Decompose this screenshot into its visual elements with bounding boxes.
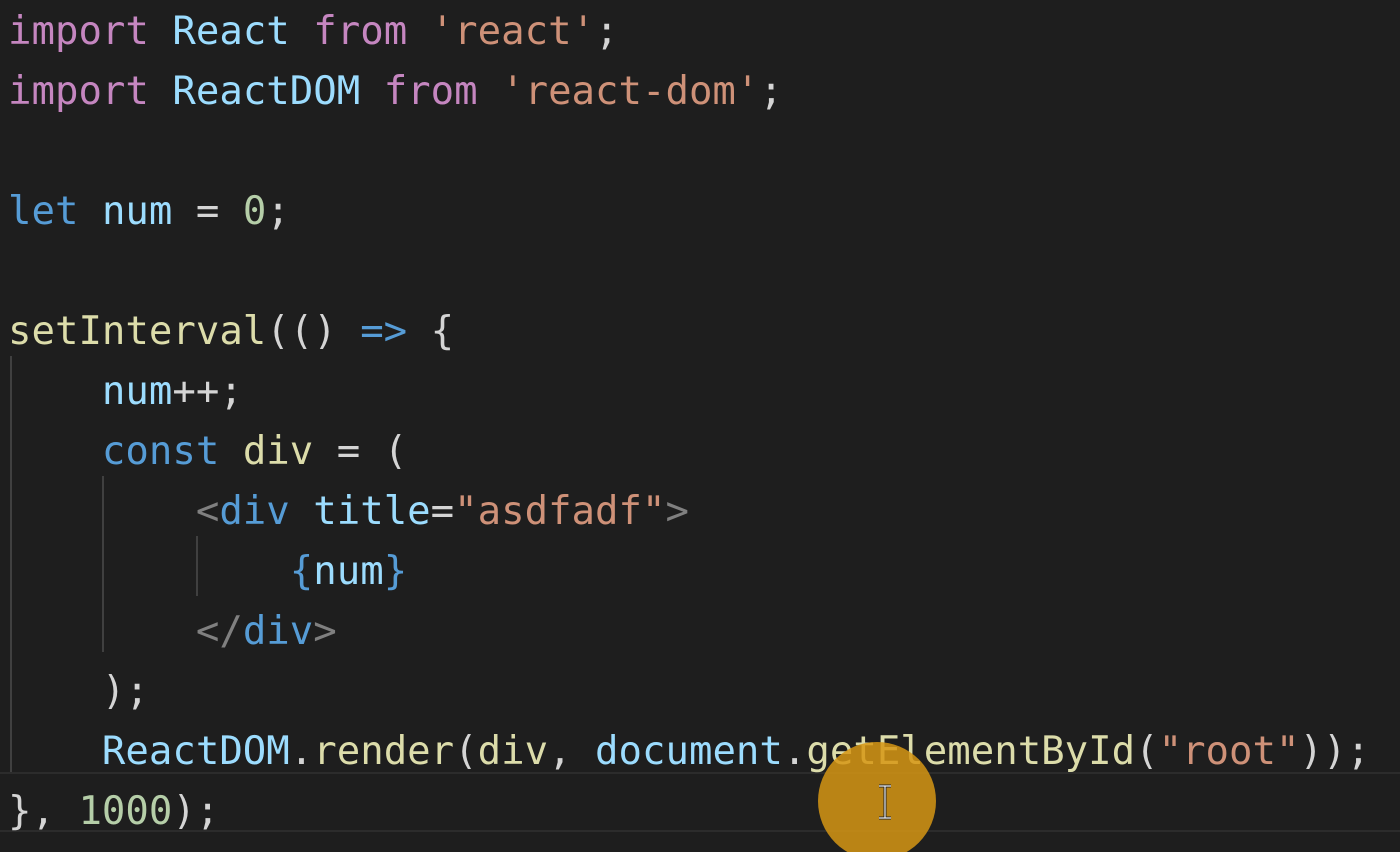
code-token: 1000	[78, 789, 173, 834]
code-token: },	[8, 789, 79, 834]
code-token: setInterval	[8, 309, 267, 354]
code-token: ReactDOM	[172, 69, 361, 114]
code-token: >	[313, 609, 337, 654]
code-line[interactable]: const div = (	[8, 422, 407, 482]
code-token: React	[172, 9, 290, 54]
code-token: =	[430, 489, 455, 534]
code-token: );	[101, 669, 149, 714]
text-cursor-icon	[879, 784, 891, 820]
code-token: 0	[242, 189, 267, 234]
code-token: document	[595, 729, 783, 774]
code-line[interactable]: num++;	[8, 362, 243, 422]
code-token: ));	[1299, 729, 1370, 774]
code-token: import	[8, 69, 149, 114]
code-line[interactable]: setInterval(() => {	[8, 302, 454, 362]
code-token: </	[195, 609, 243, 654]
code-token: 'react'	[430, 9, 596, 54]
code-line[interactable]: import ReactDOM from 'react-dom';	[8, 62, 783, 122]
code-token: "root"	[1158, 729, 1300, 774]
code-line[interactable]: </div>	[8, 602, 337, 662]
code-token: from	[383, 69, 478, 114]
code-line[interactable]: );	[8, 662, 149, 722]
code-token: (	[1135, 729, 1159, 774]
code-token: render	[313, 729, 455, 774]
code-token: import	[8, 9, 149, 54]
code-token: let	[8, 189, 79, 234]
code-token: ,	[548, 729, 596, 774]
code-line[interactable]: {num}	[8, 542, 407, 602]
code-line[interactable]: ReactDOM.render(div, document.getElement…	[8, 722, 1370, 782]
code-token: (	[454, 729, 478, 774]
code-token: num	[101, 369, 173, 414]
code-token: ReactDOM	[101, 729, 290, 774]
code-token: =	[172, 189, 243, 234]
code-token: <	[195, 489, 220, 534]
code-token: {	[407, 309, 455, 354]
code-token: 'react-dom'	[501, 69, 760, 114]
code-token: .	[289, 729, 314, 774]
code-token: );	[172, 789, 220, 834]
code-token: const	[101, 429, 220, 474]
code-line[interactable]: <div title="asdfadf">	[8, 482, 689, 542]
code-token: (()	[266, 309, 361, 354]
code-token: = (	[313, 429, 408, 474]
code-token: div	[242, 609, 314, 654]
code-token: div	[242, 429, 314, 474]
code-token: ;	[266, 189, 290, 234]
code-token: div	[477, 729, 549, 774]
code-token: =>	[360, 309, 408, 354]
code-token: ++;	[172, 369, 243, 414]
code-token: num	[313, 549, 384, 594]
code-token: .	[782, 729, 807, 774]
code-token: }	[383, 549, 408, 594]
code-token: {	[289, 549, 314, 594]
code-token: div	[219, 489, 290, 534]
code-token: ;	[595, 9, 619, 54]
code-line[interactable]: import React from 'react';	[8, 2, 619, 62]
code-token: >	[665, 489, 689, 534]
code-token: from	[313, 9, 408, 54]
code-token: ;	[759, 69, 783, 114]
code-editor[interactable]: import React from 'react'; import ReactDO…	[0, 0, 1400, 852]
code-token: num	[101, 189, 173, 234]
code-line[interactable]: let num = 0;	[8, 182, 290, 242]
code-token: title	[313, 489, 431, 534]
code-token: "asdfadf"	[454, 489, 666, 534]
code-line[interactable]: }, 1000);	[8, 782, 219, 842]
